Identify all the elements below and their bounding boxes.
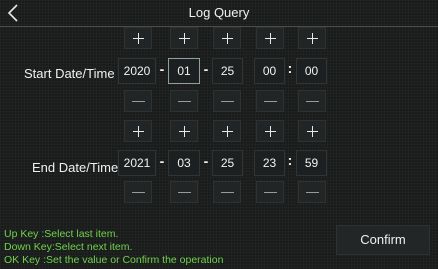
start-month-decrement-button[interactable] <box>170 90 198 112</box>
start-minute-decrement-button[interactable] <box>298 90 326 112</box>
start-time-separator: : <box>287 60 293 76</box>
end-year-increment-button[interactable] <box>124 120 152 142</box>
end-hour-field[interactable]: 23 <box>254 150 285 176</box>
end-day-decrement-button[interactable] <box>213 181 241 203</box>
end-day-increment-button[interactable] <box>213 120 241 142</box>
start-month-field[interactable]: 01 <box>168 58 200 84</box>
start-minute-field[interactable]: 00 <box>296 58 327 84</box>
end-time-separator: : <box>287 152 293 168</box>
end-month-increment-button[interactable] <box>170 120 198 142</box>
start-minute-increment-button[interactable] <box>298 27 326 49</box>
end-minute-increment-button[interactable] <box>298 120 326 142</box>
end-minute-decrement-button[interactable] <box>298 181 326 203</box>
start-day-increment-button[interactable] <box>213 27 241 49</box>
end-hour-increment-button[interactable] <box>256 120 284 142</box>
start-hour-decrement-button[interactable] <box>256 90 284 112</box>
title-bar: Log Query <box>0 0 438 27</box>
end-month-field[interactable]: 03 <box>168 150 200 176</box>
help-down-key: Down Key:Select next item. <box>4 241 133 253</box>
end-date-separator: - <box>159 153 165 169</box>
start-hour-field[interactable]: 00 <box>254 58 285 84</box>
start-date-time-label: Start Date/Time <box>24 66 115 81</box>
start-year-field[interactable]: 2020 <box>118 58 156 84</box>
end-date-separator: - <box>203 153 209 169</box>
end-year-decrement-button[interactable] <box>124 181 152 203</box>
start-hour-increment-button[interactable] <box>256 27 284 49</box>
start-date-separator: - <box>203 61 209 77</box>
start-year-decrement-button[interactable] <box>124 90 152 112</box>
help-up-key: Up Key :Select last item. <box>4 228 119 240</box>
end-month-decrement-button[interactable] <box>170 181 198 203</box>
start-day-field[interactable]: 25 <box>212 58 243 84</box>
start-day-decrement-button[interactable] <box>213 90 241 112</box>
start-year-increment-button[interactable] <box>124 27 152 49</box>
start-month-increment-button[interactable] <box>170 27 198 49</box>
help-ok-key: OK Key :Set the value or Confirm the ope… <box>4 254 224 266</box>
end-minute-field[interactable]: 59 <box>296 150 327 176</box>
end-year-field[interactable]: 2021 <box>118 150 156 176</box>
end-hour-decrement-button[interactable] <box>256 181 284 203</box>
start-date-separator: - <box>159 61 165 77</box>
end-date-time-label: End Date/Time <box>32 160 119 175</box>
confirm-button[interactable]: Confirm <box>336 225 430 255</box>
end-day-field[interactable]: 25 <box>212 150 243 176</box>
page-title: Log Query <box>188 5 250 20</box>
